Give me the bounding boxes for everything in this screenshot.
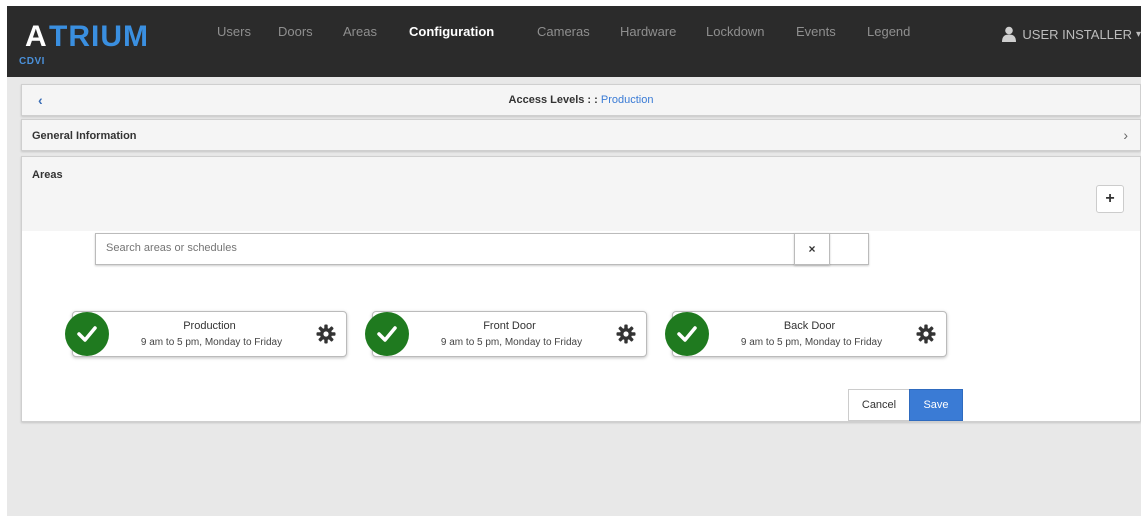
window-edge [0, 0, 7, 516]
area-card[interactable]: Production 9 am to 5 pm, Monday to Frida… [65, 311, 347, 357]
nav-item-configuration[interactable]: Configuration [409, 24, 494, 39]
areas-panel: Areas + × Production 9 am to 5 pm, Monda… [21, 156, 1141, 422]
areas-title: Areas [32, 169, 63, 181]
breadcrumb-current[interactable]: Production [601, 94, 654, 106]
svg-text:TRIUM: TRIUM [49, 20, 149, 52]
check-icon [65, 312, 109, 356]
check-icon [665, 312, 709, 356]
app: A TRIUM CDVI Users Doors Areas Configura… [7, 6, 1141, 516]
general-information-panel[interactable]: General Information › [21, 119, 1141, 151]
check-icon [365, 312, 409, 356]
nav-item-users[interactable]: Users [217, 24, 251, 39]
clear-search-button[interactable]: × [794, 233, 830, 265]
user-name: USER INSTALLER [1022, 26, 1132, 42]
nav-item-cameras[interactable]: Cameras [537, 24, 590, 39]
cancel-button[interactable]: Cancel [848, 389, 910, 421]
breadcrumb-panel: ‹ Access Levels : : Production [21, 84, 1141, 116]
nav-item-doors[interactable]: Doors [278, 24, 313, 39]
nav-item-lockdown[interactable]: Lockdown [706, 24, 765, 39]
search-box [95, 233, 869, 265]
breadcrumb: Access Levels : : Production [22, 94, 1140, 106]
area-name: Production [183, 320, 236, 332]
area-schedule: 9 am to 5 pm, Monday to Friday [440, 337, 583, 348]
area-name: Back Door [783, 320, 836, 332]
add-area-button[interactable]: + [1096, 185, 1124, 213]
nav-item-events[interactable]: Events [796, 24, 836, 39]
area-card[interactable]: Front Door 9 am to 5 pm, Monday to Frida… [365, 311, 647, 357]
area-schedule: 9 am to 5 pm, Monday to Friday [140, 337, 283, 348]
area-name: Front Door [483, 320, 536, 332]
gear-icon[interactable] [916, 324, 936, 344]
nav-item-hardware[interactable]: Hardware [620, 24, 676, 39]
gear-icon[interactable] [316, 324, 336, 344]
chevron-right-icon[interactable]: › [1123, 127, 1128, 143]
general-information-title: General Information [32, 130, 137, 142]
save-button[interactable]: Save [909, 389, 963, 421]
breadcrumb-prefix: Access Levels : : [508, 94, 601, 106]
area-schedule: 9 am to 5 pm, Monday to Friday [740, 337, 883, 348]
chevron-down-icon: ▾ [1135, 28, 1141, 40]
atrium-logo: A TRIUM [25, 20, 149, 52]
areas-header: Areas + [22, 157, 1140, 231]
area-card[interactable]: Back Door 9 am to 5 pm, Monday to Friday [665, 311, 947, 357]
nav-item-areas[interactable]: Areas [343, 24, 377, 39]
nav-item-legend[interactable]: Legend [867, 24, 910, 39]
user-menu[interactable]: USER INSTALLER ▾ [1002, 22, 1141, 46]
gear-icon[interactable] [616, 324, 636, 344]
svg-text:A: A [25, 20, 48, 52]
user-icon [1002, 26, 1017, 42]
top-navigation-bar: A TRIUM CDVI Users Doors Areas Configura… [7, 6, 1141, 77]
brand-sub: CDVI [19, 56, 45, 67]
search-input[interactable] [96, 234, 866, 262]
